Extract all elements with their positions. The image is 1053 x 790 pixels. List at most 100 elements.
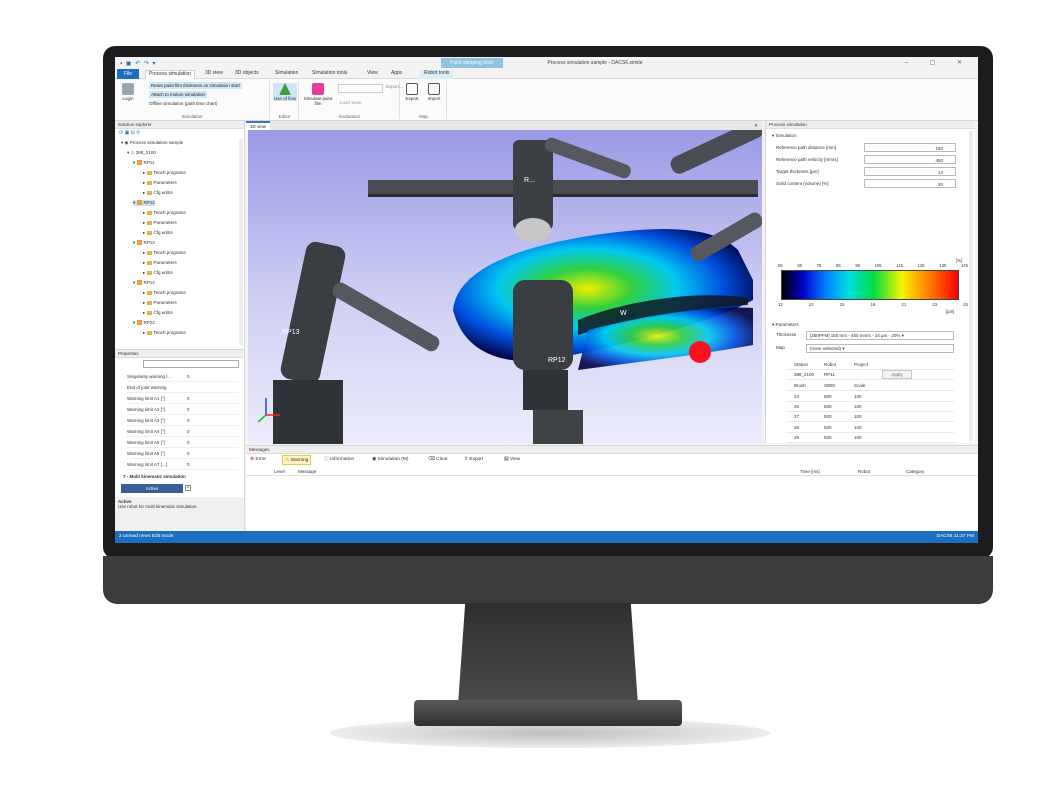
- property-row[interactable]: Warning limit A7 [...] 0: [127, 460, 239, 470]
- use-of-flow-button[interactable]: Use of flow: [273, 83, 297, 101]
- tree-scrollbar[interactable]: [239, 139, 243, 345]
- import-button[interactable]: Import: [425, 83, 443, 101]
- target-thickness-input[interactable]: 14: [864, 167, 956, 176]
- solution-tree: ▾ ◉ Process simulation sample ▾ ⚠ 388_21…: [115, 139, 239, 349]
- properties-search-input[interactable]: [143, 360, 239, 368]
- grid-subheader-row[interactable]: Brush SB50 Scale: [786, 381, 954, 391]
- tree-item[interactable]: ▸ Parameters: [143, 260, 177, 266]
- solution-toolbar[interactable]: ⟳ ▣ ⊟ ⚲: [115, 129, 244, 137]
- col-level[interactable]: Level: [274, 467, 285, 476]
- window-controls[interactable]: – ▢ ✕: [905, 59, 972, 66]
- grid-header-row[interactable]: Station Robot Project: [786, 360, 954, 370]
- filter-warning-button[interactable]: ⚠ Warning: [282, 455, 312, 465]
- tab-3d-objects[interactable]: 3D objects: [235, 70, 259, 76]
- table-row[interactable]: 29 500 100: [786, 433, 954, 443]
- tree-robot-rp14[interactable]: ▾ RP14: [133, 280, 155, 286]
- property-row[interactable]: End of joint warning: [127, 383, 239, 393]
- property-row[interactable]: Warning limit A1 [°] 0: [127, 394, 239, 404]
- tree-item[interactable]: ▸ Teach programs: [143, 290, 186, 296]
- robot-rp12-pedestal: [533, 410, 583, 444]
- tree-item[interactable]: ▸ Teach programs: [143, 170, 186, 176]
- col-robot[interactable]: Robot: [858, 467, 870, 476]
- active-property[interactable]: Active: [121, 484, 183, 493]
- offline-simulation-option[interactable]: Offline simulation (path time chart): [149, 101, 217, 106]
- 3d-viewport[interactable]: R... RP13 RP12 W: [248, 130, 762, 444]
- table-row[interactable]: 26 500 100: [786, 402, 954, 413]
- reference-distance-input[interactable]: 150: [864, 143, 956, 152]
- tree-robot-rp12[interactable]: ▾ RP12: [133, 200, 155, 206]
- col-category[interactable]: Category: [906, 467, 924, 476]
- filter-error-button[interactable]: ⊗ Error: [248, 455, 268, 465]
- close-icon[interactable]: ✕: [754, 121, 758, 130]
- quick-access-toolbar[interactable]: ▪ ▣ ↶ ↷ ▾: [120, 60, 157, 67]
- tree-root[interactable]: ▾ ◉ Process simulation sample: [121, 140, 183, 146]
- login-button[interactable]: Login: [119, 83, 137, 101]
- tree-item[interactable]: ▸ Parameters: [143, 300, 177, 306]
- table-row[interactable]: 28 500 100: [786, 423, 954, 433]
- load-save-buttons[interactable]: Load Save: [340, 100, 362, 105]
- apply-button[interactable]: Apply: [882, 370, 912, 379]
- col-message[interactable]: Message: [298, 467, 316, 476]
- robot-icon: [136, 280, 142, 286]
- col-time[interactable]: Time [ms]: [800, 467, 820, 476]
- solid-content-input[interactable]: 20: [864, 179, 956, 188]
- property-row[interactable]: Singularity warning l... 0: [127, 372, 239, 382]
- clear-button[interactable]: ⌫ Clear: [426, 455, 450, 465]
- tree-item[interactable]: ▸ Teach programs: [143, 330, 186, 336]
- tree-item[interactable]: ▸ Cfg editor: [143, 190, 173, 196]
- view-button[interactable]: ▤ View: [502, 455, 522, 465]
- reset-paint-film-option[interactable]: Reset paint film thickness on simulation…: [149, 82, 242, 89]
- tab-process-simulation[interactable]: Process simulation: [145, 70, 195, 79]
- scale-tick: 12: [778, 302, 783, 307]
- tab-file[interactable]: File: [117, 69, 139, 79]
- table-row[interactable]: 27 500 100: [786, 412, 954, 423]
- process-panel-scrollbar[interactable]: [969, 131, 973, 441]
- status-right: DACS6 11:27 PM: [936, 534, 974, 539]
- tree-item[interactable]: ▸ Cfg editor: [143, 230, 173, 236]
- map-dropdown[interactable]: (none selected) ▾: [806, 344, 954, 353]
- filter-simulation-button[interactable]: ◉ Simulation (M): [370, 455, 410, 465]
- warning-icon: ⚠: [285, 458, 290, 463]
- tree-item[interactable]: ▸ Teach programs: [143, 210, 186, 216]
- tree-robot-rp11[interactable]: ▾ RP11: [133, 160, 154, 166]
- table-row[interactable]: 24 500 100: [786, 392, 954, 402]
- frame-label-w: W: [620, 310, 627, 317]
- tab-simulation[interactable]: Simulation: [275, 70, 298, 76]
- tree-item[interactable]: ▸ Parameters: [143, 220, 177, 226]
- grid-station-row[interactable]: 388_2100 RP11: [786, 370, 954, 380]
- thickness-dropdown[interactable]: [350PFM] 150 mm - 450 mm/s - 14 µm - 20%…: [806, 331, 954, 340]
- evaluation-dropdown[interactable]: [338, 84, 383, 93]
- simulate-paint-film-button[interactable]: Simulate paint film: [302, 83, 334, 106]
- scale-ticks-micron: 12 13 15 18 21 23 25: [778, 302, 968, 307]
- export-button[interactable]: Export: [403, 83, 421, 101]
- tree-robot-rp22[interactable]: ▾ RP22: [133, 320, 155, 326]
- scale-tick: 135: [939, 263, 947, 268]
- robot-icon: [136, 200, 142, 206]
- property-row[interactable]: Warning limit A6 [°] 0: [127, 449, 239, 459]
- tree-station[interactable]: ▾ ⚠ 388_2100: [127, 150, 156, 156]
- tab-robot-tools[interactable]: Robot tools: [420, 70, 454, 79]
- property-row[interactable]: Warning limit A5 [°] 0: [127, 438, 239, 448]
- active-checkbox[interactable]: ✓: [185, 485, 191, 491]
- tree-item[interactable]: ▸ Cfg editor: [143, 310, 173, 316]
- property-row[interactable]: Warning limit A2 [°] 0: [127, 405, 239, 415]
- tab-simulation-tools[interactable]: Simulation tools: [312, 70, 347, 76]
- property-row[interactable]: Warning limit A4 [°] 0: [127, 427, 239, 437]
- tree-robot-rp13[interactable]: ▾ RP13: [133, 240, 155, 246]
- export-messages-button[interactable]: ⇪ Export: [462, 455, 485, 465]
- tree-item[interactable]: ▸ Cfg editor: [143, 270, 173, 276]
- tab-apps[interactable]: Apps: [391, 70, 402, 76]
- tab-3d-view[interactable]: 3D view: [205, 70, 223, 76]
- scale-tick: 105: [874, 263, 882, 268]
- tree-item[interactable]: ▸ Parameters: [143, 180, 177, 186]
- tree-item[interactable]: ▸ Teach programs: [143, 250, 186, 256]
- scale-tick: 13: [808, 302, 814, 307]
- tab-view[interactable]: View: [367, 70, 378, 76]
- filter-information-button[interactable]: ⓘ Information: [322, 455, 356, 465]
- property-row[interactable]: Warning limit A3 [°] 0: [127, 416, 239, 426]
- reference-velocity-input[interactable]: 450: [864, 155, 956, 164]
- status-left[interactable]: 2 unread news Edit mode: [119, 534, 173, 539]
- tab-3d-view-document[interactable]: 3D view: [246, 121, 271, 130]
- tree-icon: [279, 83, 291, 95]
- attach-motion-option[interactable]: Attach to motion simulation: [149, 91, 208, 98]
